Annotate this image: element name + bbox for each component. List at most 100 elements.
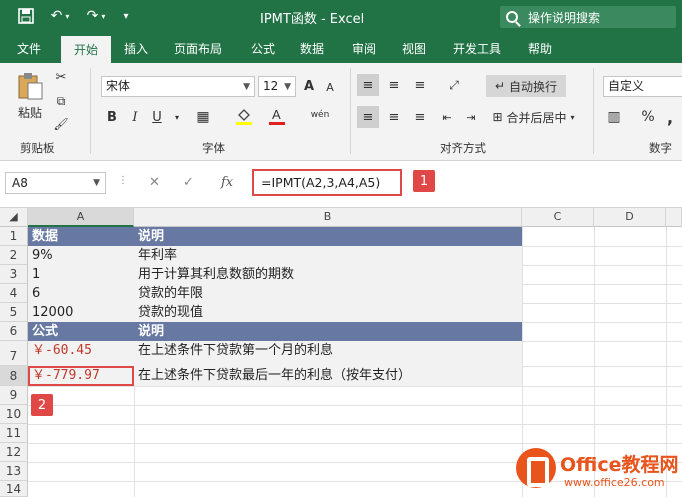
row-header-14[interactable]: 14 xyxy=(0,481,28,497)
font-name-select[interactable]: 宋体 ▼ xyxy=(101,76,255,97)
align-left-icon[interactable]: ≡ xyxy=(357,106,379,128)
underline-button[interactable]: U xyxy=(148,108,166,126)
cell-a2[interactable]: 9% xyxy=(28,246,134,265)
font-size-select[interactable]: 12 ▼ xyxy=(258,76,296,97)
format-painter-icon[interactable]: 🖌 xyxy=(52,115,70,133)
decrease-indent-icon[interactable]: ⇤ xyxy=(436,106,458,128)
row-header-1[interactable]: 1 xyxy=(0,227,28,246)
column-header-next[interactable] xyxy=(666,208,682,227)
phonetic-guide-icon[interactable]: wén xyxy=(309,104,331,126)
ribbon-separator xyxy=(593,68,594,154)
cell-a7[interactable]: ￥-60.45 xyxy=(28,341,134,366)
row-header-4[interactable]: 4 xyxy=(0,284,28,303)
watermark-logo: Office教程网 www.office26.com xyxy=(516,446,682,497)
wrap-text-icon: ↵ xyxy=(494,79,506,93)
cell-b5[interactable]: 贷款的现值 xyxy=(134,303,522,322)
copy-icon[interactable]: ⧉ xyxy=(52,92,70,110)
cell-a5[interactable]: 12000 xyxy=(28,303,134,322)
redo-icon[interactable]: ↷ ▾ xyxy=(82,6,110,26)
paste-icon[interactable] xyxy=(14,70,46,102)
paste-button[interactable]: 粘贴 xyxy=(12,104,48,120)
row-header-10[interactable]: 10 xyxy=(0,405,28,424)
row-header-3[interactable]: 3 xyxy=(0,265,28,284)
number-group-label: 数字 xyxy=(649,141,672,155)
search-box[interactable]: 操作说明搜索 xyxy=(500,6,676,28)
search-placeholder: 操作说明搜索 xyxy=(528,10,601,25)
gridline xyxy=(28,424,682,425)
align-middle-icon[interactable]: ≡ xyxy=(383,74,405,96)
wrap-text-button[interactable]: ↵ 自动换行 xyxy=(486,75,566,97)
cell-b6[interactable]: 说明 xyxy=(134,322,522,341)
cell-a1[interactable]: 数据 xyxy=(28,227,134,246)
row-header-5[interactable]: 5 xyxy=(0,303,28,322)
ribbon-separator xyxy=(350,68,351,154)
cell-b1[interactable]: 说明 xyxy=(134,227,522,246)
row-header-11[interactable]: 11 xyxy=(0,424,28,443)
tab-formulas[interactable]: 公式 xyxy=(251,40,275,57)
merge-center-button[interactable]: ⊞ 合并后居中 ▾ xyxy=(486,106,581,128)
tab-insert[interactable]: 插入 xyxy=(124,40,148,57)
bold-button[interactable]: B xyxy=(103,108,121,126)
orientation-icon[interactable]: ⤢ xyxy=(443,74,465,96)
name-box[interactable]: A8 ▼ xyxy=(5,172,106,194)
tab-help[interactable]: 帮助 xyxy=(528,40,552,57)
formula-input[interactable]: =IPMT(A2,3,A4,A5) xyxy=(252,169,402,196)
cell-b7[interactable]: 在上述条件下贷款第一个月的利息 xyxy=(134,341,522,366)
cell-b3[interactable]: 用于计算其利息数额的期数 xyxy=(134,265,522,284)
chevron-down-icon: ▼ xyxy=(93,178,100,188)
wrap-text-label: 自动换行 xyxy=(509,79,558,94)
align-right-icon[interactable]: ≡ xyxy=(409,106,431,128)
tab-home[interactable]: 开始 xyxy=(61,36,111,63)
cut-icon[interactable]: ✂ xyxy=(52,68,70,86)
row-header-13[interactable]: 13 xyxy=(0,462,28,481)
row-header-8[interactable]: 8 xyxy=(0,366,28,386)
cell-a4[interactable]: 6 xyxy=(28,284,134,303)
customize-quick-access-icon[interactable]: ▾ xyxy=(118,6,134,26)
align-top-icon[interactable]: ≡ xyxy=(357,74,379,96)
tab-data[interactable]: 数据 xyxy=(300,40,324,57)
select-all-corner[interactable]: ◢ xyxy=(0,208,28,227)
cancel-icon[interactable]: ✕ xyxy=(149,175,160,190)
tab-review[interactable]: 审阅 xyxy=(352,40,376,57)
row-header-12[interactable]: 12 xyxy=(0,443,28,462)
insert-function-button[interactable]: fx xyxy=(221,175,233,190)
cell-a6[interactable]: 公式 xyxy=(28,322,134,341)
cell-b2[interactable]: 年利率 xyxy=(134,246,522,265)
column-header-d[interactable]: D xyxy=(594,208,666,227)
tab-view[interactable]: 视图 xyxy=(402,40,426,57)
number-format-value: 自定义 xyxy=(608,79,645,93)
cell-b8[interactable]: 在上述条件下贷款最后一年的利息（按年支付） xyxy=(134,366,522,386)
percent-button[interactable]: % xyxy=(638,106,658,128)
borders-icon[interactable]: ▦ xyxy=(192,108,214,126)
undo-icon[interactable]: ↶ ▾ xyxy=(46,6,74,26)
italic-button[interactable]: I xyxy=(126,108,144,126)
increase-indent-icon[interactable]: ⇥ xyxy=(460,106,482,128)
fill-color-icon[interactable] xyxy=(233,106,255,126)
align-bottom-icon[interactable]: ≡ xyxy=(409,74,431,96)
chevron-down-icon[interactable]: ▾ xyxy=(172,108,182,126)
column-header-b[interactable]: B xyxy=(134,208,522,227)
accounting-format-icon[interactable]: ▥ xyxy=(602,106,626,128)
gridline xyxy=(28,386,682,387)
tab-developer[interactable]: 开发工具 xyxy=(453,40,501,57)
enter-icon[interactable]: ✓ xyxy=(183,175,194,190)
row-header-7[interactable]: 7 xyxy=(0,341,28,366)
name-box-value: A8 xyxy=(12,176,28,190)
row-header-9[interactable]: 9 xyxy=(0,386,28,405)
office-logo-icon xyxy=(516,448,556,488)
row-header-6[interactable]: 6 xyxy=(0,322,28,341)
save-icon[interactable] xyxy=(16,6,36,26)
shrink-font-button[interactable]: A xyxy=(322,78,338,96)
grow-font-button[interactable]: A xyxy=(300,76,318,96)
cell-b4[interactable]: 贷款的年限 xyxy=(134,284,522,303)
number-format-select[interactable]: 自定义 xyxy=(603,76,682,97)
column-header-c[interactable]: C xyxy=(522,208,594,227)
tab-page-layout[interactable]: 页面布局 xyxy=(174,40,222,57)
tab-file[interactable]: 文件 xyxy=(17,40,41,57)
align-center-icon[interactable]: ≡ xyxy=(383,106,405,128)
comma-button[interactable]: , xyxy=(662,106,678,128)
cell-a3[interactable]: 1 xyxy=(28,265,134,284)
row-header-2[interactable]: 2 xyxy=(0,246,28,265)
font-color-icon[interactable]: A xyxy=(266,106,288,126)
column-header-a[interactable]: A xyxy=(28,208,134,227)
